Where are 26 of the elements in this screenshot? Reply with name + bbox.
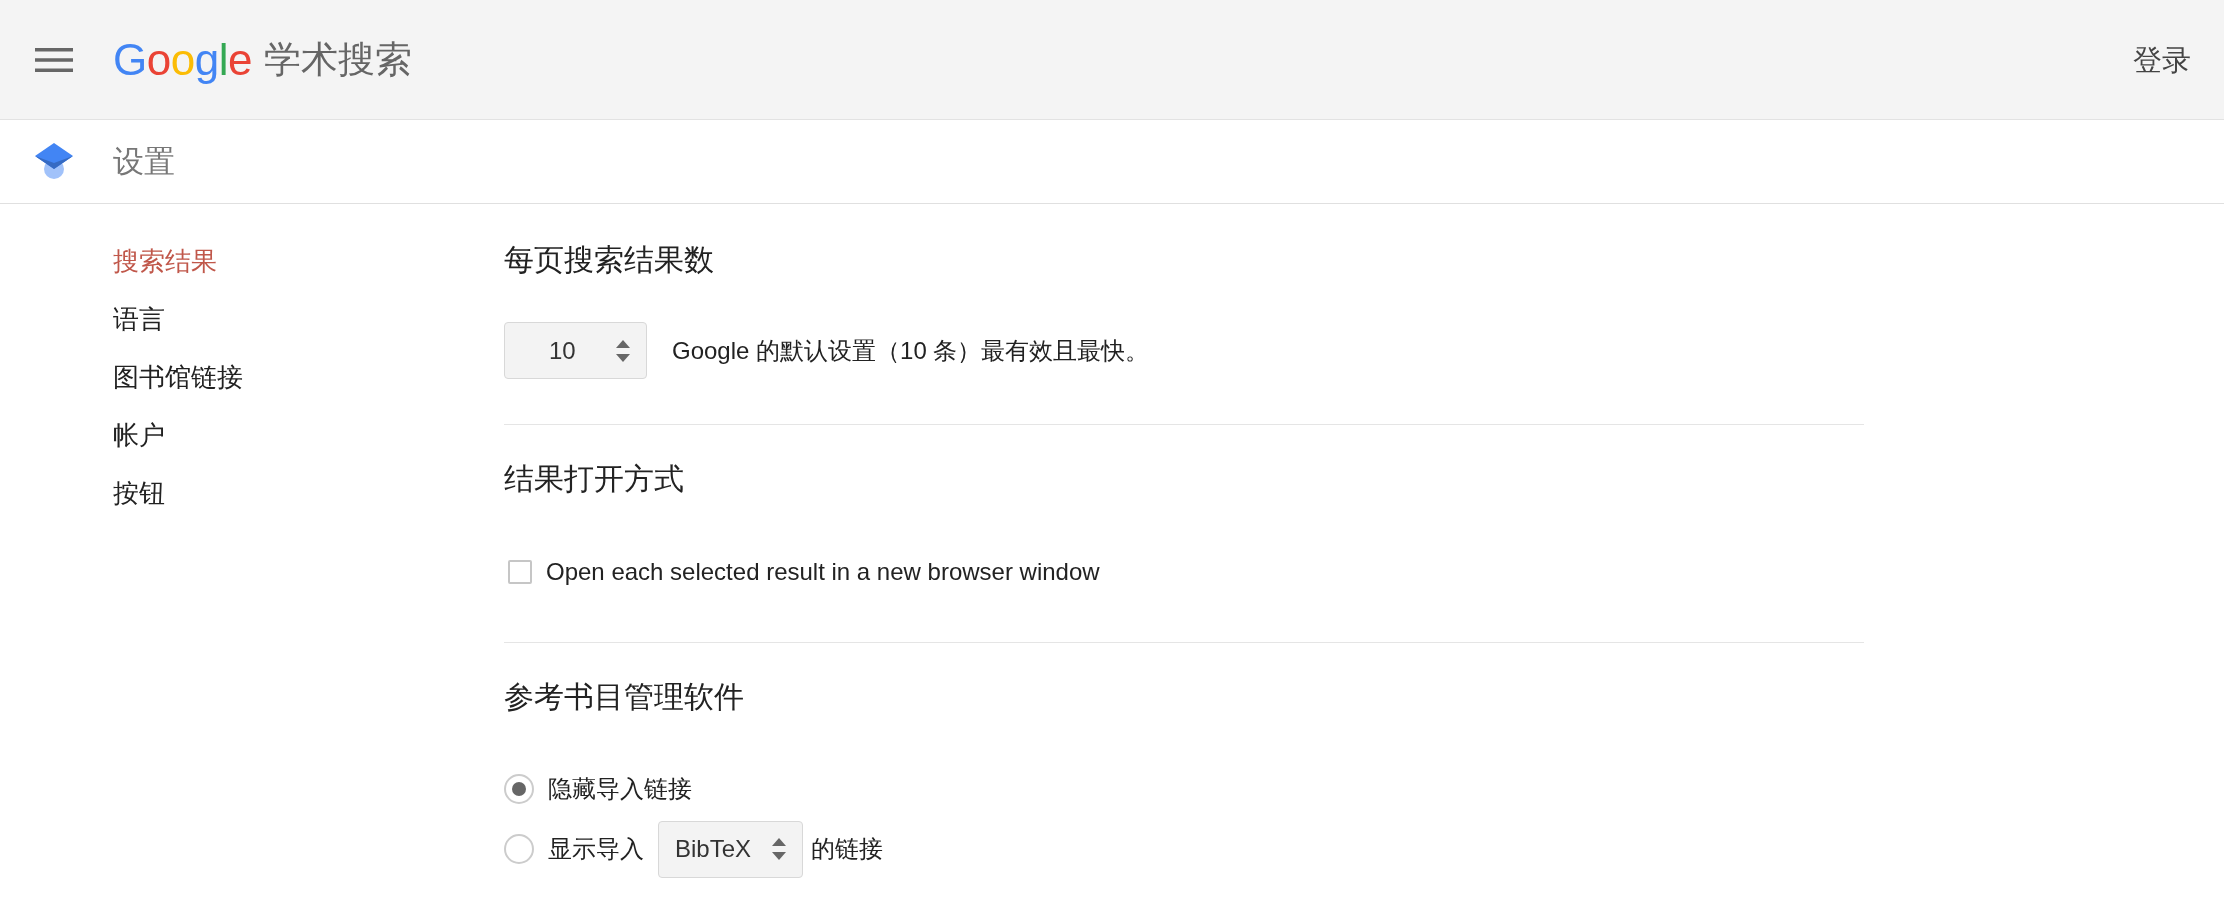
section-heading: 结果打开方式 bbox=[504, 461, 684, 497]
format-select[interactable]: BibTeX bbox=[658, 820, 803, 878]
sidebar-item[interactable]: 帐户 bbox=[113, 406, 165, 464]
radio-button[interactable] bbox=[504, 834, 534, 864]
section-heading: 参考书目管理软件 bbox=[504, 679, 744, 715]
section-heading: 每页搜索结果数 bbox=[504, 242, 714, 278]
radio-label: 隐藏导入链接 bbox=[548, 774, 692, 804]
sidebar-item[interactable]: 按钮 bbox=[113, 464, 165, 522]
results-count-select[interactable]: 10 bbox=[504, 322, 647, 379]
sidebar-item[interactable]: 搜索结果 bbox=[113, 232, 217, 290]
sidebar-item[interactable]: 图书馆链接 bbox=[113, 348, 243, 406]
sidebar-item[interactable]: 语言 bbox=[113, 290, 165, 348]
page-title: 设置 bbox=[113, 142, 175, 181]
cap-icon bbox=[35, 142, 73, 181]
product-title: 学术搜索 bbox=[263, 37, 412, 82]
checkbox-label: Open each selected result in a new browser window bbox=[546, 557, 1100, 587]
sign-in-link[interactable]: 登录 bbox=[2133, 39, 2191, 80]
menu-icon[interactable] bbox=[35, 47, 73, 72]
radio-button[interactable] bbox=[504, 774, 534, 804]
checkbox[interactable] bbox=[508, 560, 532, 584]
radio-label: 显示导入 bbox=[548, 834, 644, 864]
hint-text: Google 的默认设置（10 条）最有效且最快。 bbox=[672, 335, 1150, 366]
logo-text[interactable]: Google bbox=[113, 34, 252, 85]
radio-label-suffix: 的链接 bbox=[811, 834, 883, 864]
up-down-arrows-icon bbox=[772, 838, 786, 860]
up-down-arrows-icon bbox=[616, 339, 630, 362]
